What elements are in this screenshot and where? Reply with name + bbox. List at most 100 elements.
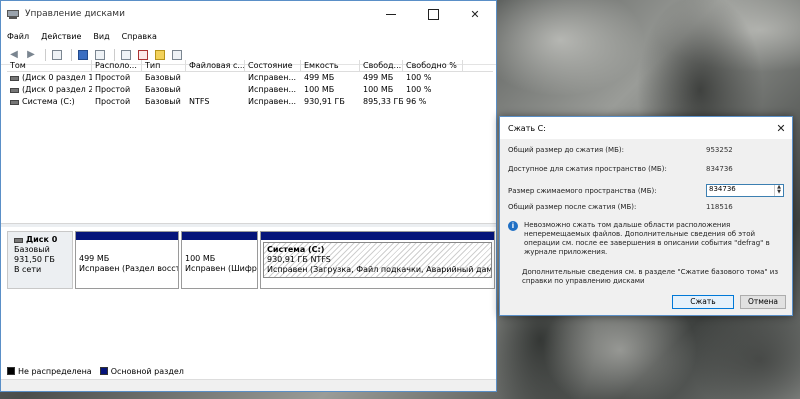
- volume-type: Базовый: [145, 97, 181, 106]
- window-title: Управление дисками: [25, 9, 125, 19]
- disk-icon: [14, 237, 23, 243]
- toolbar-separator: [71, 48, 72, 61]
- column-header-free-percent[interactable]: Свободно %: [403, 60, 463, 71]
- shrink-dialog: Сжать C: ✕ Общий размер до сжатия (МБ): …: [499, 116, 793, 316]
- shrink-button[interactable]: Сжать: [672, 295, 734, 309]
- volume-name: (Диск 0 раздел 2): [22, 85, 92, 94]
- menu-view[interactable]: Вид: [93, 32, 109, 41]
- partition-status: Исправен (Загрузка, Файл подкачки, Авари…: [267, 265, 492, 274]
- column-header-filesystem[interactable]: Файловая с...: [186, 60, 245, 71]
- partition-recovery[interactable]: 499 МБ Исправен (Раздел восстан: [75, 231, 179, 289]
- available-row: Доступное для сжатия пространство (МБ): …: [508, 165, 784, 173]
- volume-capacity: 499 МБ: [304, 73, 335, 82]
- total-before-value: 953252: [706, 146, 733, 154]
- volume-free-space: 100 МБ: [363, 85, 394, 94]
- partition-name: Система (C:): [267, 245, 325, 254]
- title-bar[interactable]: Управление дисками ✕: [1, 1, 496, 27]
- dialog-title-bar[interactable]: Сжать C: ✕: [500, 117, 792, 139]
- close-button[interactable]: ✕: [454, 1, 496, 27]
- spin-buttons[interactable]: ▲ ▼: [774, 185, 783, 196]
- column-header-free-space[interactable]: Свобод...: [360, 60, 403, 71]
- horizontal-scrollbar[interactable]: [1, 379, 496, 391]
- disk-management-icon: [7, 8, 19, 20]
- shrink-amount-input[interactable]: 834736 ▲ ▼: [706, 184, 784, 197]
- pane-splitter[interactable]: [1, 223, 496, 227]
- column-header-type[interactable]: Тип: [142, 60, 186, 71]
- volume-filesystem: NTFS: [189, 97, 210, 106]
- minimize-button[interactable]: [370, 1, 412, 27]
- partition-size: 930,91 ГБ NTFS: [267, 255, 331, 264]
- volume-status: Исправен...: [248, 97, 297, 106]
- column-header-volume[interactable]: Том: [7, 60, 92, 71]
- menu-bar: Файл Действие Вид Справка: [1, 27, 496, 45]
- volume-free-percent: 96 %: [406, 97, 427, 106]
- legend-primary-label: Основной раздел: [110, 366, 184, 376]
- partition-name: [79, 244, 175, 254]
- volume-free-space: 499 МБ: [363, 73, 394, 82]
- partition-size: 499 МБ: [79, 254, 110, 263]
- partition-bar: [261, 232, 494, 240]
- volume-type: Базовый: [145, 73, 181, 82]
- partition-name: [185, 244, 254, 254]
- partition-bar: [182, 232, 257, 240]
- total-before-label: Общий размер до сжатия (МБ):: [508, 146, 624, 154]
- volume-icon: [10, 75, 19, 81]
- partition-status: Исправен (Раздел восстан: [79, 264, 178, 273]
- cancel-button[interactable]: Отмена: [740, 295, 786, 309]
- info-text: Невозможно сжать том дальше области расп…: [524, 221, 770, 256]
- maximize-button[interactable]: [412, 1, 454, 27]
- volume-type: Базовый: [145, 85, 181, 94]
- volume-capacity: 930,91 ГБ: [304, 97, 345, 106]
- available-label: Доступное для сжатия пространство (МБ):: [508, 165, 667, 173]
- shrink-amount-label: Размер сжимаемого пространства (МБ):: [508, 186, 657, 195]
- volume-layout: Простой: [95, 97, 131, 106]
- legend: Не распределена Основной раздел: [7, 365, 192, 377]
- disk-status: В сети: [14, 265, 42, 274]
- volume-layout: Простой: [95, 85, 131, 94]
- total-after-row: Общий размер после сжатия (МБ): 118516: [508, 203, 784, 211]
- volume-filesystem: [186, 72, 245, 84]
- disk-info[interactable]: Диск 0 Базовый 931,50 ГБ В сети: [7, 231, 73, 289]
- menu-action[interactable]: Действие: [41, 32, 81, 41]
- volume-name: Система (C:): [22, 97, 75, 106]
- column-header-status[interactable]: Состояние: [245, 60, 301, 71]
- info-message: i Невозможно сжать том дальше области ра…: [508, 221, 784, 257]
- column-header-layout[interactable]: Располо...: [92, 60, 142, 71]
- legend-unallocated-label: Не распределена: [18, 366, 92, 376]
- volume-icon: [10, 99, 19, 105]
- volume-status: Исправен...: [248, 73, 297, 82]
- available-value: 834736: [706, 165, 733, 173]
- column-header-capacity[interactable]: Емкость: [301, 60, 360, 71]
- volume-table: Том Располо... Тип Файловая с... Состоян…: [7, 60, 493, 108]
- table-row[interactable]: (Диск 0 раздел 1) Простой Базовый Исправ…: [7, 72, 493, 84]
- help-reference-text: Дополнительные сведения см. в разделе "С…: [522, 268, 779, 285]
- volume-status: Исправен...: [248, 85, 297, 94]
- shrink-amount-row: Размер сжимаемого пространства (МБ): 834…: [508, 184, 784, 197]
- disk-type: Базовый: [14, 245, 50, 254]
- partition-status: Исправен (Шифрова: [185, 264, 257, 273]
- total-after-label: Общий размер после сжатия (МБ):: [508, 203, 637, 211]
- menu-file[interactable]: Файл: [7, 32, 29, 41]
- volume-table-header: Том Располо... Тип Файловая с... Состоян…: [7, 60, 493, 72]
- disk-graphical-view: Диск 0 Базовый 931,50 ГБ В сети 499 МБ И…: [5, 229, 496, 289]
- table-row[interactable]: Система (C:) Простой Базовый NTFS Исправ…: [7, 96, 493, 108]
- volume-layout: Простой: [95, 73, 131, 82]
- partition-system-c[interactable]: Система (C:) 930,91 ГБ NTFS Исправен (За…: [260, 231, 495, 289]
- volume-free-space: 895,33 ГБ: [363, 97, 403, 106]
- legend-swatch-primary: [99, 367, 108, 375]
- dialog-close-button[interactable]: ✕: [770, 122, 792, 135]
- partition-bar: [76, 232, 178, 240]
- volume-free-percent: 100 %: [406, 73, 432, 82]
- partition-efi[interactable]: 100 МБ Исправен (Шифрова: [181, 231, 258, 289]
- legend-swatch-unallocated: [7, 367, 15, 375]
- volume-name: (Диск 0 раздел 1): [22, 73, 92, 82]
- table-row[interactable]: (Диск 0 раздел 2) Простой Базовый Исправ…: [7, 84, 493, 96]
- volume-free-percent: 100 %: [406, 85, 432, 94]
- info-icon: i: [508, 221, 518, 231]
- dialog-title: Сжать C:: [508, 123, 546, 133]
- toolbar-separator: [114, 48, 115, 61]
- menu-help[interactable]: Справка: [122, 32, 157, 41]
- toolbar-separator: [45, 48, 46, 61]
- volume-icon: [10, 87, 19, 93]
- partition-size: 100 МБ: [185, 254, 216, 263]
